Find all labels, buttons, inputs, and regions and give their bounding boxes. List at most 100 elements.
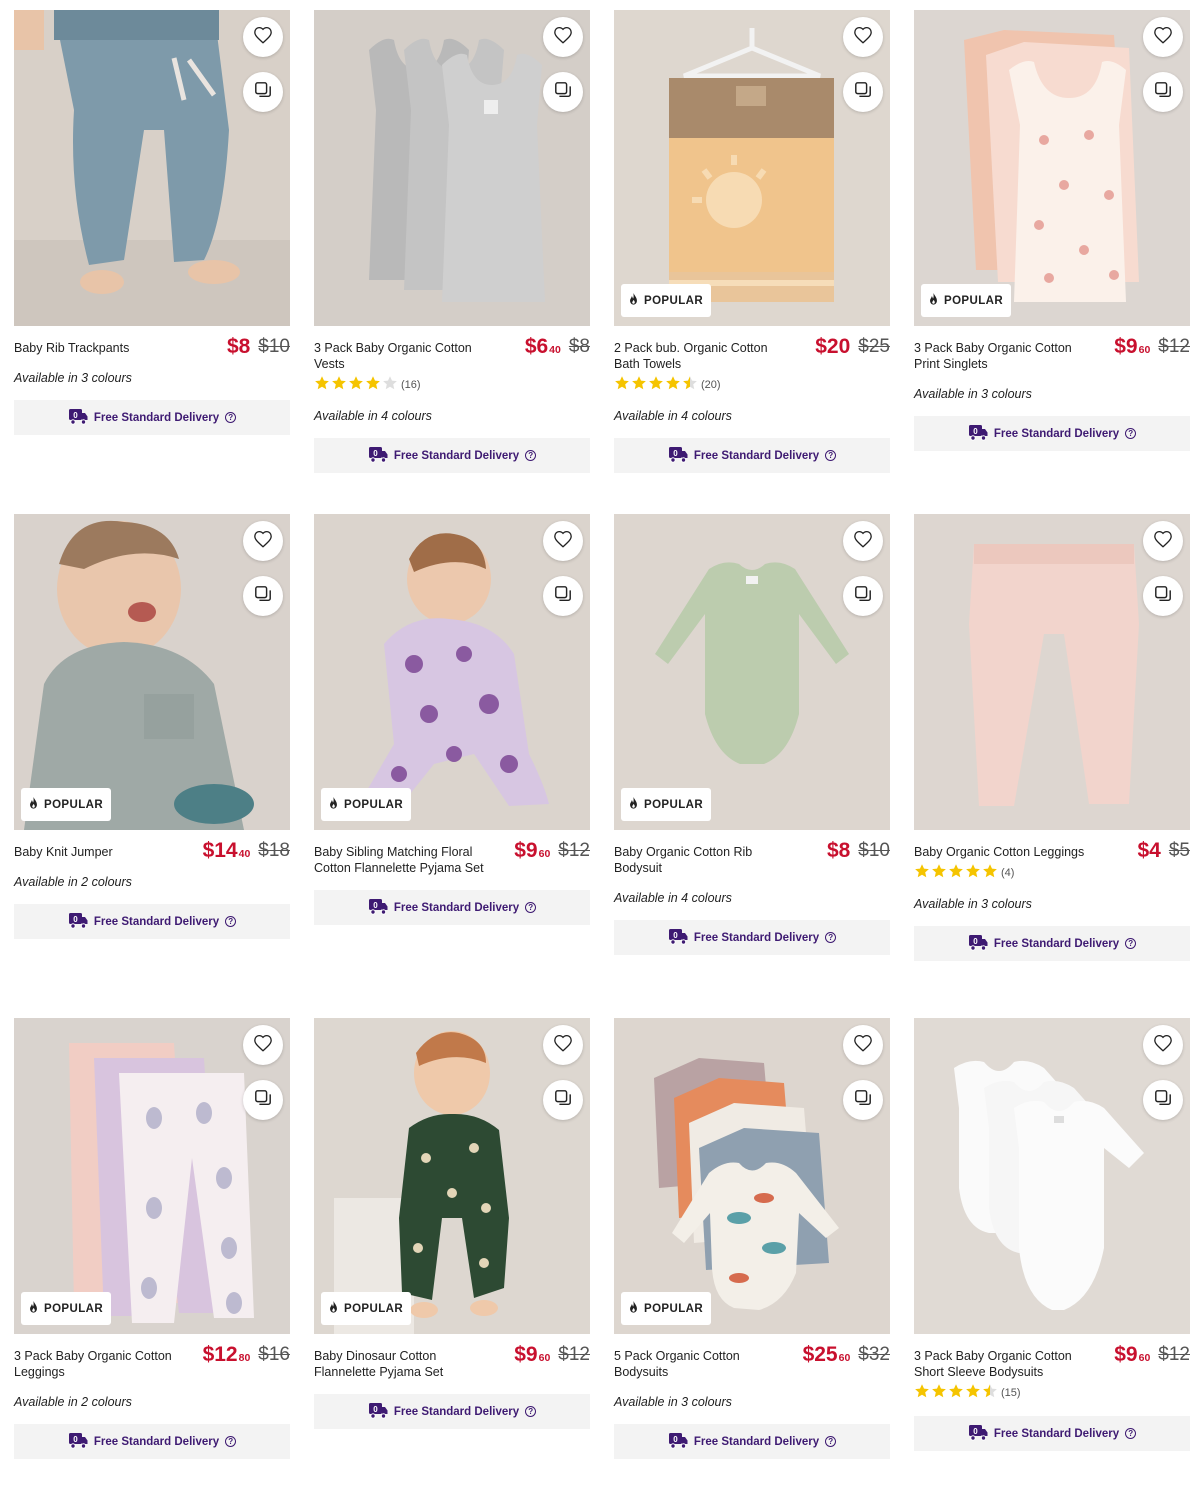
wishlist-button[interactable] [843, 17, 883, 57]
rating[interactable]: (15) [914, 1383, 1190, 1402]
product-name[interactable]: 3 Pack Baby Organic Cotton Short Sleeve … [914, 1348, 1094, 1380]
product-info: Baby Knit Jumper $1440 $18 Available in 2 c… [14, 830, 290, 939]
wishlist-button[interactable] [1143, 17, 1183, 57]
delivery-label: Free Standard Delivery [393, 901, 520, 914]
product-name[interactable]: Baby Organic Cotton Rib Bodysuit [614, 844, 794, 876]
question-icon[interactable]: ? [225, 412, 237, 423]
star-icon [931, 863, 947, 884]
price-box: $960 $12 [1114, 335, 1190, 359]
compare-button[interactable] [243, 72, 283, 112]
product-info: Baby Sibling Matching Floral Cotton Flan… [314, 830, 590, 925]
product-name[interactable]: Baby Rib Trackpants [14, 340, 194, 356]
product-card[interactable]: POPULAR 3 Pack Baby Organic Cotton Leggin… [14, 1018, 290, 1459]
question-icon[interactable]: ? [1125, 428, 1137, 439]
compare-button[interactable] [1143, 576, 1183, 616]
wishlist-button[interactable] [243, 17, 283, 57]
product-name[interactable]: Baby Sibling Matching Floral Cotton Flan… [314, 844, 494, 876]
free-delivery-banner[interactable]: 0 Free Standard Delivery? [914, 926, 1190, 961]
product-card[interactable]: POPULAR Baby Knit Jumper $1440 $18 Available… [14, 514, 290, 939]
product-image[interactable] [14, 10, 290, 326]
star-icon [365, 375, 381, 396]
wishlist-button[interactable] [543, 521, 583, 561]
free-delivery-banner[interactable]: 0 Free Standard Delivery? [314, 438, 590, 473]
product-image[interactable]: POPULAR [14, 1018, 290, 1334]
free-delivery-banner[interactable]: 0 Free Standard Delivery? [14, 400, 290, 435]
product-info: 3 Pack Baby Organic Cotton Short Sleeve … [914, 1334, 1190, 1451]
product-card[interactable]: POPULAR 5 Pack Organic Cotton Bodysuits $2… [614, 1018, 890, 1459]
product-name[interactable]: Baby Dinosaur Cotton Flannelette Pyjama … [314, 1348, 494, 1380]
wishlist-button[interactable] [543, 1025, 583, 1065]
question-icon[interactable]: ? [1125, 1428, 1137, 1439]
product-image[interactable]: POPULAR [914, 10, 1190, 326]
product-image[interactable] [314, 10, 590, 326]
rating[interactable]: (4) [914, 863, 1190, 884]
free-delivery-banner[interactable]: 0 Free Standard Delivery? [614, 1424, 890, 1459]
product-card[interactable]: 3 Pack Baby Organic Cotton Vests $640 $8 (1… [314, 10, 590, 473]
wishlist-button[interactable] [1143, 1025, 1183, 1065]
compare-button[interactable] [1143, 72, 1183, 112]
question-icon[interactable]: ? [225, 916, 237, 927]
compare-button[interactable] [843, 576, 883, 616]
product-image[interactable]: POPULAR [614, 1018, 890, 1334]
product-image[interactable]: POPULAR [314, 1018, 590, 1334]
question-icon[interactable]: ? [225, 1436, 237, 1447]
was-price: $16 [258, 1344, 290, 1365]
rating[interactable]: (20) [614, 375, 890, 394]
compare-button[interactable] [1143, 1080, 1183, 1120]
question-icon[interactable]: ? [825, 1436, 837, 1447]
product-image[interactable] [914, 514, 1190, 830]
free-delivery-banner[interactable]: 0 Free Standard Delivery? [914, 1416, 1190, 1451]
compare-button[interactable] [543, 576, 583, 616]
flame-icon [29, 797, 38, 812]
product-name[interactable]: 3 Pack Baby Organic Cotton Print Singlet… [914, 340, 1094, 372]
free-delivery-banner[interactable]: 0 Free Standard Delivery? [314, 890, 590, 925]
product-card[interactable]: POPULAR 2 Pack bub. Organic Cotton Bath T… [614, 10, 890, 473]
free-delivery-banner[interactable]: 0 Free Standard Delivery? [614, 920, 890, 955]
wishlist-button[interactable] [543, 17, 583, 57]
product-image[interactable]: POPULAR [314, 514, 590, 830]
question-icon[interactable]: ? [1125, 938, 1137, 949]
product-image[interactable]: POPULAR [14, 514, 290, 830]
wishlist-button[interactable] [1143, 521, 1183, 561]
product-card[interactable]: POPULAR Baby Organic Cotton Rib Bodysuit $… [614, 514, 890, 955]
product-card[interactable]: POPULAR Baby Dinosaur Cotton Flannelette … [314, 1018, 590, 1429]
wishlist-button[interactable] [243, 521, 283, 561]
product-card[interactable]: Baby Rib Trackpants $8 $10 Available in 3 c… [14, 10, 290, 435]
compare-button[interactable] [243, 1080, 283, 1120]
product-card[interactable]: POPULAR Baby Sibling Matching Floral Cott… [314, 514, 590, 925]
popular-label: POPULAR [644, 1302, 704, 1315]
wishlist-button[interactable] [243, 1025, 283, 1065]
product-name[interactable]: 5 Pack Organic Cotton Bodysuits [614, 1348, 794, 1380]
rating[interactable]: (16) [314, 375, 590, 396]
compare-button[interactable] [543, 1080, 583, 1120]
star-icon [348, 375, 364, 396]
question-icon[interactable]: ? [525, 450, 537, 461]
compare-button[interactable] [543, 72, 583, 112]
wishlist-button[interactable] [843, 521, 883, 561]
compare-button[interactable] [843, 72, 883, 112]
free-delivery-banner[interactable]: 0 Free Standard Delivery? [14, 904, 290, 939]
free-delivery-banner[interactable]: 0 Free Standard Delivery? [14, 1424, 290, 1459]
product-name[interactable]: 2 Pack bub. Organic Cotton Bath Towels [614, 340, 794, 372]
product-image[interactable] [914, 1018, 1190, 1334]
product-image[interactable]: POPULAR [614, 514, 890, 830]
product-name[interactable]: 3 Pack Baby Organic Cotton Vests [314, 340, 494, 372]
product-name[interactable]: Baby Organic Cotton Leggings [914, 844, 1094, 860]
product-name[interactable]: 3 Pack Baby Organic Cotton Leggings [14, 1348, 194, 1380]
product-card[interactable]: POPULAR 3 Pack Baby Organic Cotton Print … [914, 10, 1190, 451]
product-name[interactable]: Baby Knit Jumper [14, 844, 194, 860]
question-icon[interactable]: ? [825, 932, 837, 943]
compare-button[interactable] [243, 576, 283, 616]
product-image[interactable]: POPULAR [614, 10, 890, 326]
free-delivery-banner[interactable]: 0 Free Standard Delivery? [614, 438, 890, 473]
question-icon[interactable]: ? [525, 1406, 537, 1417]
compare-button[interactable] [843, 1080, 883, 1120]
question-icon[interactable]: ? [825, 450, 837, 461]
question-icon[interactable]: ? [525, 902, 537, 913]
free-delivery-banner[interactable]: 0 Free Standard Delivery? [314, 1394, 590, 1429]
product-card[interactable]: Baby Organic Cotton Leggings $4 $5 (4) Avail… [914, 514, 1190, 961]
wishlist-button[interactable] [843, 1025, 883, 1065]
free-delivery-banner[interactable]: 0 Free Standard Delivery? [914, 416, 1190, 451]
product-card[interactable]: 3 Pack Baby Organic Cotton Short Sleeve … [914, 1018, 1190, 1451]
price-cents: 40 [549, 344, 561, 356]
